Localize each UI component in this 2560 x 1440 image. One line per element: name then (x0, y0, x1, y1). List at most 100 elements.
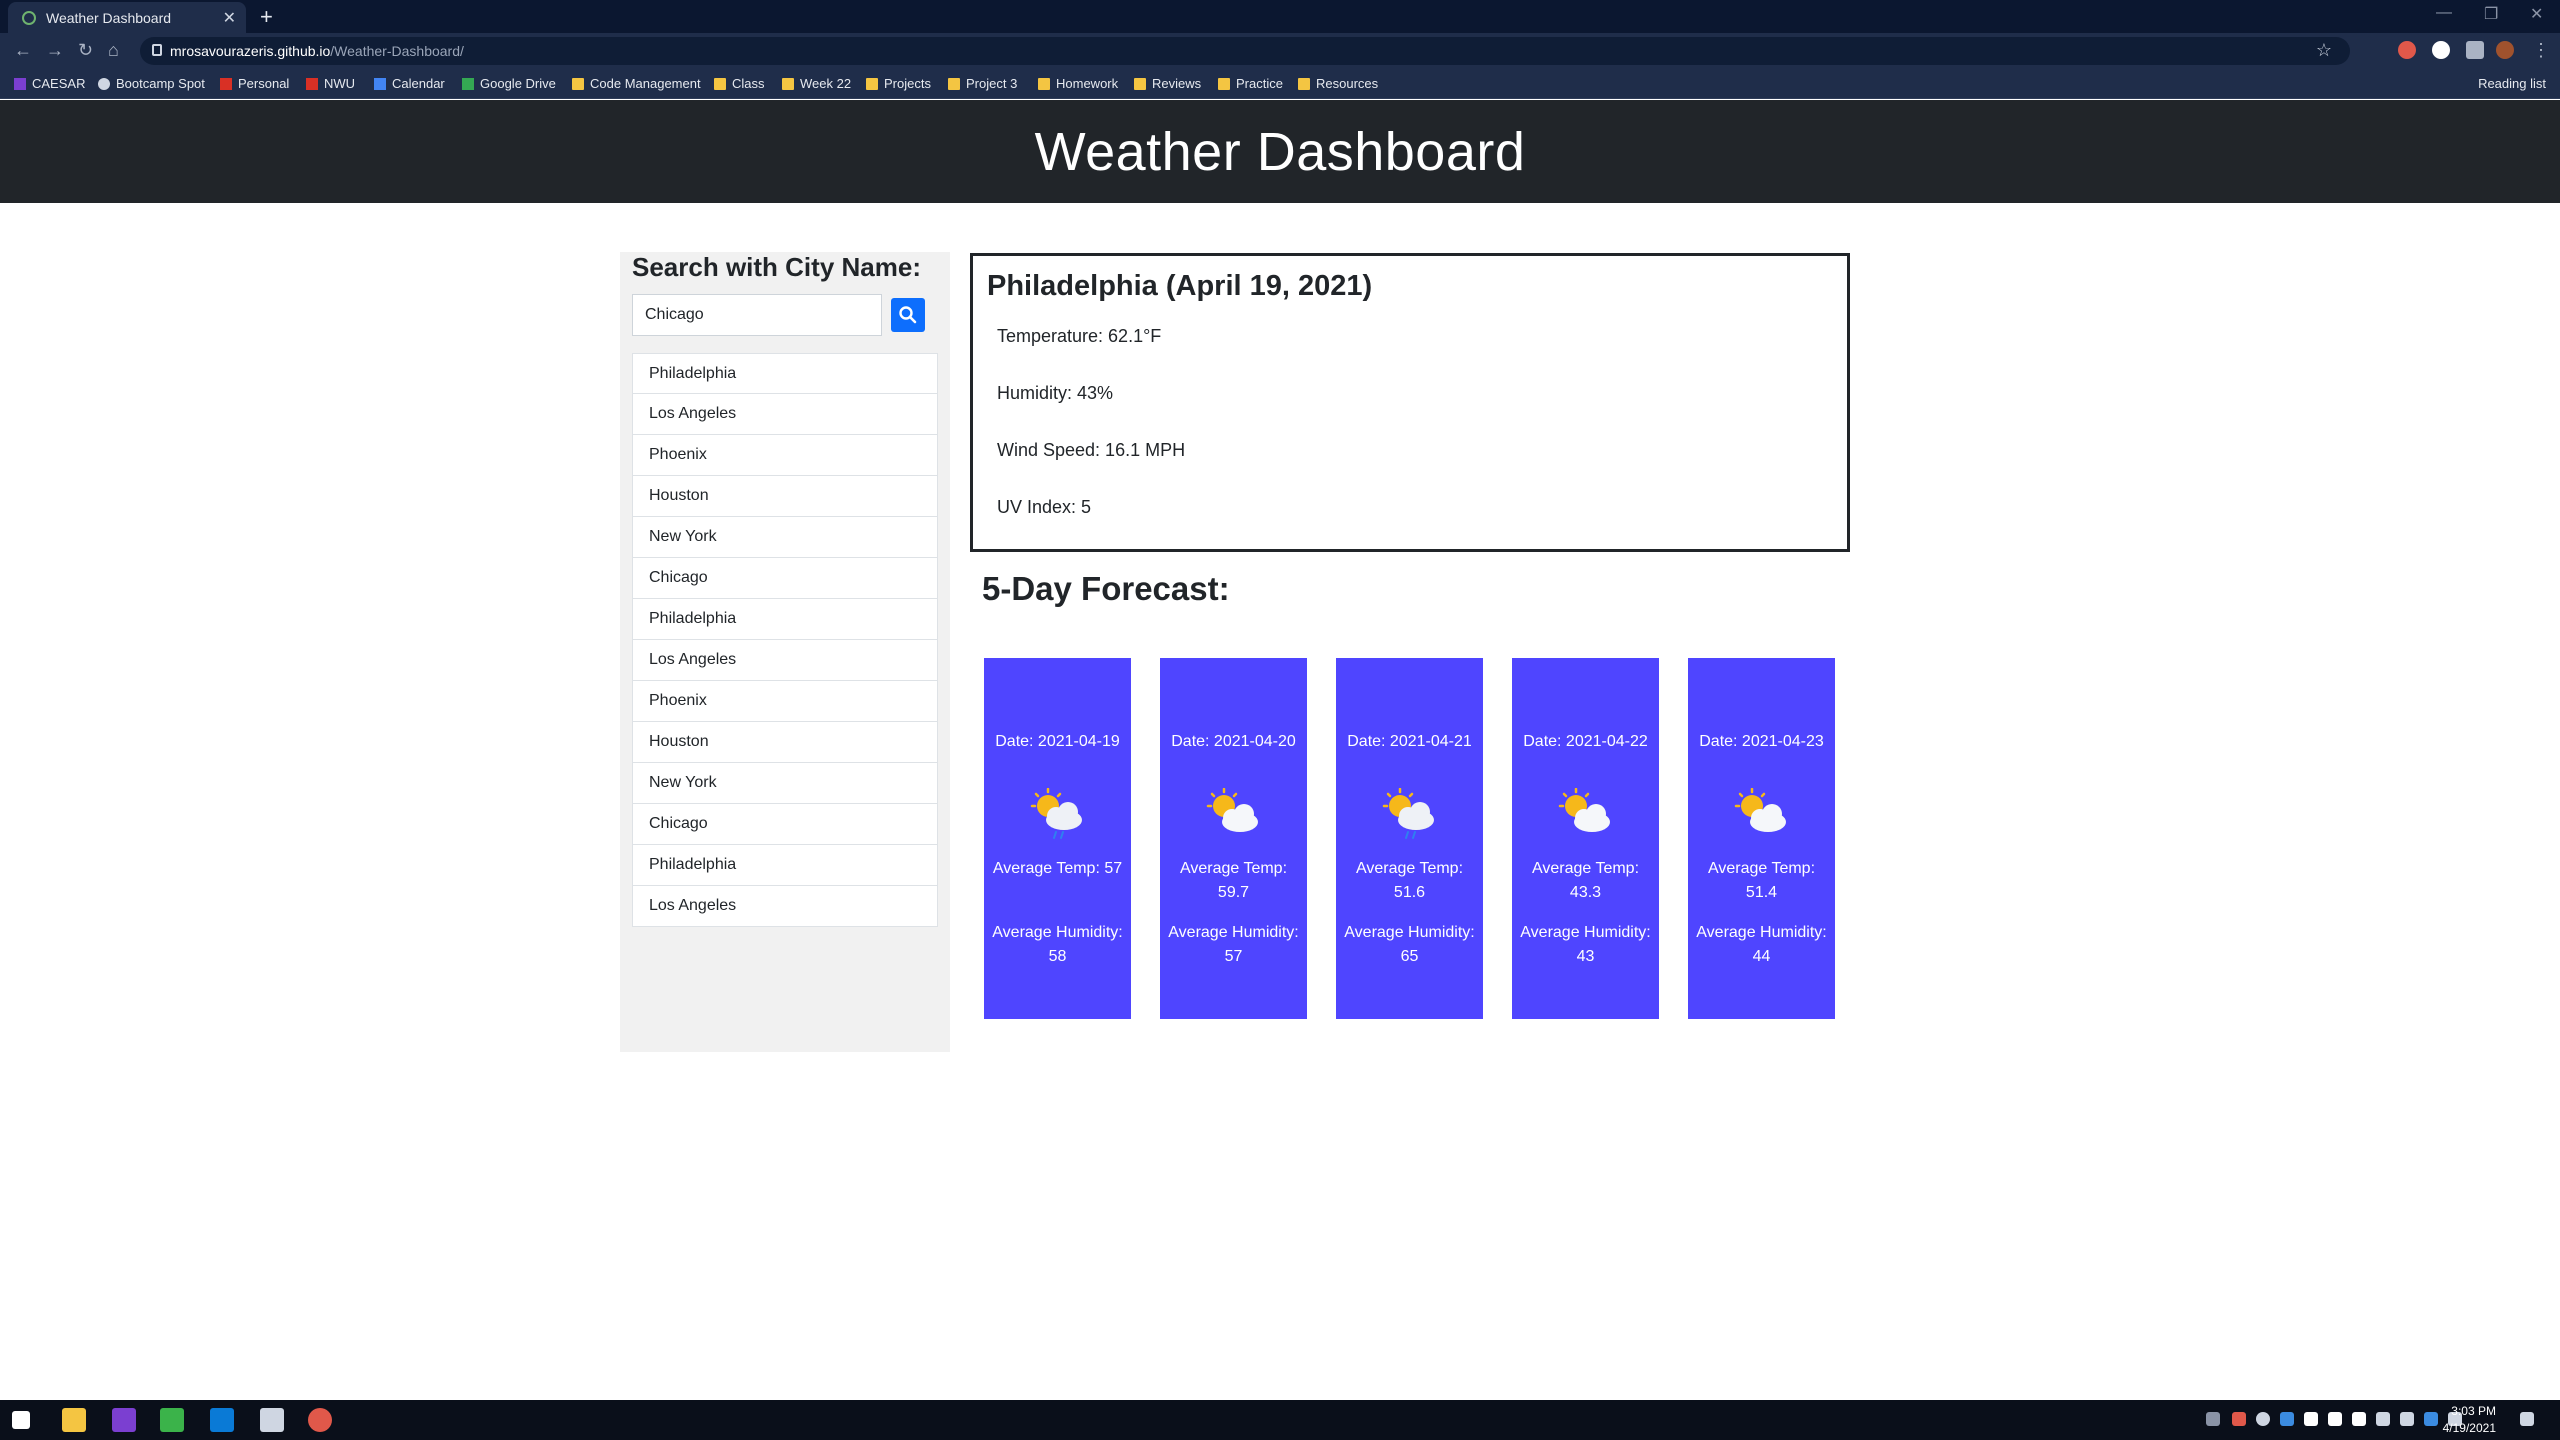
bookmark-item[interactable]: Week 22 (782, 76, 851, 91)
history-item[interactable]: Phoenix (632, 435, 938, 476)
bookmark-item[interactable]: Homework (1038, 76, 1118, 91)
tab-close-icon[interactable]: ✕ (223, 8, 236, 28)
notifications-icon[interactable] (2520, 1412, 2534, 1426)
start-icon[interactable] (12, 1411, 30, 1429)
bookmark-item[interactable]: Calendar (374, 76, 445, 91)
history-item[interactable]: Houston (632, 476, 938, 517)
bookmark-item[interactable]: Class (714, 76, 765, 91)
lock-icon (152, 44, 162, 56)
folder-icon (714, 77, 726, 90)
sun-cloud-rain-icon (1382, 788, 1434, 839)
forecast-humidity: Average Humidity: 44 (1696, 924, 1827, 965)
sun-cloud-icon (1558, 788, 1610, 832)
extension-icon[interactable] (2398, 41, 2416, 59)
forecast-card: Date: 2021-04-21 Average Temp: 51.6 Aver… (1336, 658, 1483, 1019)
bookmark-item[interactable]: Reviews (1134, 76, 1201, 91)
city-search-input[interactable] (632, 294, 882, 336)
search-history-list: Philadelphia Los Angeles Phoenix Houston… (632, 353, 938, 927)
file-explorer-icon[interactable] (62, 1408, 86, 1432)
forecast-date: Date: 2021-04-22 (1523, 733, 1648, 750)
history-item[interactable]: Los Angeles (632, 886, 938, 927)
tray-app-icon[interactable] (2256, 1412, 2270, 1426)
current-uv-index: UV Index: 5 (997, 497, 1092, 517)
extension-icon[interactable] (2432, 41, 2450, 59)
history-item[interactable]: New York (632, 517, 938, 558)
bookmark-item[interactable]: Project 3 (948, 76, 1017, 91)
vscode-icon[interactable] (210, 1408, 234, 1432)
menu-icon[interactable]: ⋮ (2532, 40, 2550, 61)
os-taskbar: 3:03 PM 4/19/2021 (0, 1400, 2560, 1440)
folder-icon (1134, 77, 1146, 90)
home-icon[interactable]: ⌂ (108, 40, 119, 61)
new-tab-icon[interactable]: + (260, 4, 273, 30)
forecast-temp: Average Temp: 57 (992, 860, 1123, 877)
current-humidity: Humidity: 43% (997, 383, 1114, 403)
forward-icon[interactable]: → (46, 40, 64, 61)
history-item[interactable]: Philadelphia (632, 599, 938, 640)
tray-app-icon[interactable] (2232, 1412, 2246, 1426)
search-icon (899, 306, 917, 324)
folder-icon (782, 77, 794, 90)
history-item[interactable]: Chicago (632, 804, 938, 845)
page-title: Weather Dashboard (1034, 121, 1526, 182)
calendar-icon (374, 77, 386, 90)
forecast-date: Date: 2021-04-21 (1347, 733, 1472, 750)
puzzle-icon[interactable] (2466, 41, 2484, 59)
bookmark-item[interactable]: NWU (306, 76, 355, 91)
bookmark-item[interactable]: Personal (220, 76, 289, 91)
history-item[interactable]: Philadelphia (632, 845, 938, 886)
history-item[interactable]: Chicago (632, 558, 938, 599)
volume-icon[interactable] (2400, 1412, 2414, 1426)
history-item[interactable]: Philadelphia (632, 353, 938, 394)
bluetooth-icon[interactable] (2424, 1412, 2438, 1426)
history-item[interactable]: Houston (632, 722, 938, 763)
bookmark-star-icon[interactable]: ☆ (2316, 40, 2332, 61)
app-icon[interactable] (160, 1408, 184, 1432)
chrome-icon[interactable] (308, 1408, 332, 1432)
browser-tab[interactable]: Weather Dashboard ✕ (8, 2, 246, 33)
bookmark-item[interactable]: Google Drive (462, 76, 556, 91)
history-item[interactable]: Phoenix (632, 681, 938, 722)
onedrive-icon[interactable] (2280, 1412, 2294, 1426)
minimize-icon[interactable]: — (2436, 4, 2452, 22)
reading-list[interactable]: Reading list (2478, 76, 2546, 91)
forecast-date: Date: 2021-04-19 (995, 733, 1120, 750)
cloud-icon[interactable] (2304, 1412, 2318, 1426)
back-icon[interactable]: ← (14, 40, 32, 61)
forecast-humidity: Average Humidity: 58 (992, 924, 1123, 965)
history-item[interactable]: Los Angeles (632, 394, 938, 435)
window-close-icon[interactable]: ✕ (2530, 4, 2543, 24)
profile-avatar[interactable] (2496, 41, 2514, 59)
folder-icon (1218, 77, 1230, 90)
bookmark-item[interactable]: Resources (1298, 76, 1378, 91)
bookmark-item[interactable]: Practice (1218, 76, 1283, 91)
history-item[interactable]: New York (632, 763, 938, 804)
search-sidebar: Search with City Name: Philadelphia Los … (620, 252, 950, 1052)
restore-icon[interactable]: ❐ (2484, 4, 2498, 24)
forecast-temp: Average Temp: 59.7 (1179, 860, 1288, 901)
cloud-icon[interactable] (2352, 1412, 2366, 1426)
sun-cloud-icon (1206, 788, 1258, 832)
folder-icon (572, 77, 584, 90)
bookmark-item[interactable]: Code Management (572, 76, 701, 91)
bookmark-item[interactable]: CAESAR (14, 76, 85, 91)
bookmarks-bar: CAESAR Bootcamp Spot Personal NWU Calend… (0, 69, 2560, 99)
network-icon[interactable] (2376, 1412, 2390, 1426)
dropbox-icon[interactable] (2328, 1412, 2342, 1426)
app-icon[interactable] (260, 1408, 284, 1432)
bookmark-item[interactable]: Projects (866, 76, 931, 91)
onenote-icon[interactable] (112, 1408, 136, 1432)
tray-chevron-icon[interactable] (2206, 1412, 2220, 1426)
reload-icon[interactable]: ↻ (78, 40, 93, 61)
forecast-temp: Average Temp: 51.6 (1355, 860, 1464, 901)
forecast-card: Date: 2021-04-22 Average Temp: 43.3 Aver… (1512, 658, 1659, 1019)
search-button[interactable] (891, 298, 925, 332)
current-temperature: Temperature: 62.1°F (997, 326, 1162, 346)
address-bar[interactable]: mrosavourazeris.github.io/Weather-Dashbo… (140, 37, 2350, 65)
current-wind-speed: Wind Speed: 16.1 MPH (997, 440, 1186, 460)
onenote-icon (14, 77, 26, 90)
bookmark-item[interactable]: Bootcamp Spot (98, 76, 205, 91)
forecast-temp: Average Temp: 43.3 (1531, 860, 1640, 901)
history-item[interactable]: Los Angeles (632, 640, 938, 681)
system-clock[interactable]: 3:03 PM 4/19/2021 (2443, 1403, 2496, 1437)
